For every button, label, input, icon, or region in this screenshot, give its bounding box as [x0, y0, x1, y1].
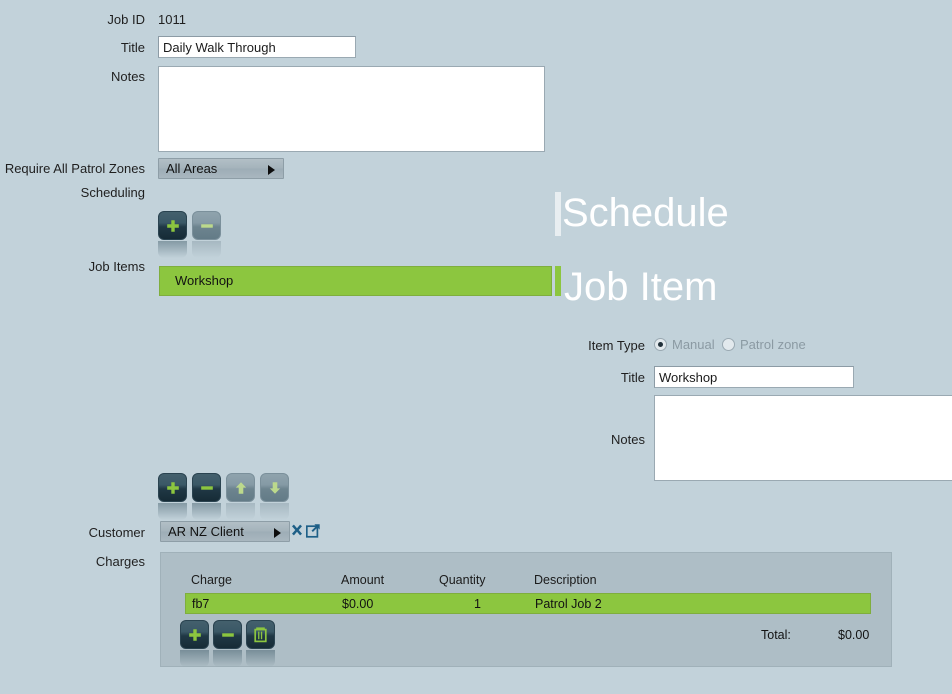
charges-total-value: $0.00: [838, 628, 870, 642]
plus-icon: [188, 628, 201, 641]
charge-cell-charge: fb7: [192, 597, 210, 611]
charges-total-label: Total:: [761, 628, 791, 642]
clear-customer-button[interactable]: [290, 523, 304, 539]
item-type-radio-manual[interactable]: Manual: [654, 337, 715, 352]
close-x-icon: [292, 524, 302, 536]
radio-manual-icon: [654, 338, 667, 351]
require-all-patrol-zones-label: Require All Patrol Zones: [4, 161, 145, 176]
item-type-label: Item Type: [588, 338, 645, 353]
charge-cell-quantity: 1: [474, 597, 481, 611]
patrol-zones-dropdown[interactable]: All Areas: [158, 158, 284, 179]
remove-job-item-button[interactable]: [192, 473, 221, 520]
add-job-item-button[interactable]: [158, 473, 187, 520]
detail-notes-label: Notes: [611, 432, 645, 447]
charge-cell-description: Patrol Job 2: [535, 597, 602, 611]
charges-column-amount: Amount: [341, 573, 385, 587]
add-schedule-button[interactable]: [158, 211, 187, 258]
minus-icon: [200, 485, 213, 490]
external-link-icon: [305, 524, 320, 538]
arrow-down-icon: [269, 481, 280, 494]
charges-column-charge: Charge: [191, 573, 232, 587]
remove-charge-button[interactable]: [213, 620, 242, 667]
charge-cell-amount: $0.00: [342, 597, 374, 611]
item-type-radio-patrol-zone[interactable]: Patrol zone: [722, 337, 806, 352]
remove-schedule-button[interactable]: [192, 211, 221, 258]
charges-column-description: Description: [534, 573, 597, 587]
chevron-right-icon: [274, 527, 281, 538]
plus-icon: [166, 219, 179, 232]
minus-icon: [221, 632, 234, 637]
job-item-heading: Job Item: [564, 265, 718, 309]
plus-icon: [166, 481, 179, 494]
trash-icon: [254, 627, 267, 643]
job-item-heading-bar: [555, 266, 561, 296]
job-edit-form: Job ID 1011 Title Notes Require All Patr…: [0, 0, 952, 694]
schedule-heading-bar: [555, 192, 561, 236]
job-item-row-workshop[interactable]: Workshop: [159, 266, 552, 296]
detail-notes-textarea[interactable]: [654, 395, 952, 481]
customer-label: Customer: [88, 525, 145, 540]
scheduling-label: Scheduling: [80, 185, 145, 200]
chevron-right-icon: [268, 164, 275, 175]
item-type-manual-label: Manual: [672, 337, 715, 352]
move-job-item-down-button[interactable]: [260, 473, 289, 520]
job-items-label: Job Items: [88, 259, 145, 274]
open-customer-button[interactable]: [305, 523, 321, 539]
title-label: Title: [120, 40, 145, 55]
radio-patrol-zone-icon: [722, 338, 735, 351]
charges-panel: Charge Amount Quantity Description fb7 $…: [160, 552, 892, 667]
schedule-heading: Schedule: [562, 191, 729, 235]
customer-dropdown[interactable]: AR NZ Client: [160, 521, 290, 542]
title-input[interactable]: [158, 36, 356, 58]
notes-textarea[interactable]: [158, 66, 545, 152]
job-id-label: Job ID: [107, 12, 145, 27]
arrow-up-icon: [235, 481, 246, 494]
job-id-value: 1011: [158, 12, 186, 27]
table-row[interactable]: fb7 $0.00 1 Patrol Job 2: [185, 593, 871, 614]
notes-label: Notes: [111, 69, 145, 84]
charges-column-quantity: Quantity: [439, 573, 486, 587]
patrol-zones-dropdown-value: All Areas: [166, 161, 218, 176]
detail-title-label: Title: [620, 370, 645, 385]
charges-label: Charges: [95, 554, 145, 569]
add-charge-button[interactable]: [180, 620, 209, 667]
detail-title-input[interactable]: [654, 366, 854, 388]
item-type-patrol-zone-label: Patrol zone: [740, 337, 806, 352]
customer-dropdown-value: AR NZ Client: [168, 524, 244, 539]
move-job-item-up-button[interactable]: [226, 473, 255, 520]
minus-icon: [200, 223, 213, 228]
delete-charge-button[interactable]: [246, 620, 275, 667]
